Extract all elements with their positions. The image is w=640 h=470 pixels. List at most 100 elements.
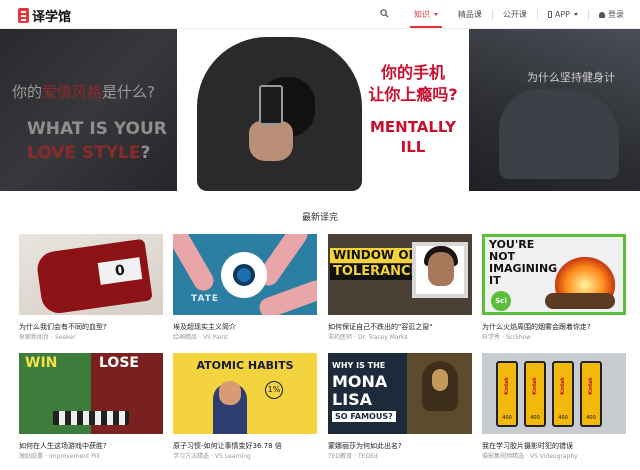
video-thumbnail[interactable]: WINDOW OF TOLERANCE — [328, 234, 472, 315]
banner-next-figure — [499, 89, 619, 179]
video-card[interactable]: WIN LOSE 如何在人生这场游戏中获胜? 激励胶囊 · Improvement … — [19, 353, 163, 461]
section-title: 最新译完 — [301, 213, 338, 223]
author-name[interactable]: TEDEd — [358, 453, 378, 460]
phone-icon — [259, 85, 283, 125]
nav-item-public-courses[interactable]: 公开课 — [493, 0, 537, 29]
author-name[interactable]: SciShow — [506, 334, 531, 341]
mona-lisa-face — [432, 369, 448, 391]
channel-name[interactable]: 学习方法精选 — [173, 453, 209, 460]
campfire-logs — [545, 293, 615, 309]
film-roll: Kodak 400 — [496, 361, 518, 427]
author-name[interactable]: Dr. Tracey Marks — [358, 334, 408, 341]
nav-label: APP — [554, 10, 570, 19]
nav-item-app[interactable]: APP — [538, 0, 588, 29]
video-card[interactable]: WHY IS THE MONA LISA SO FAMOUS? 蒙娜丽莎为何如此… — [328, 353, 472, 461]
video-meta: 绘画精品 · VS Paint — [173, 334, 228, 341]
video-card[interactable]: WINDOW OF TOLERANCE 如何保证自己不跌出的"容忍之窗" 零药医… — [328, 234, 472, 342]
thumb-face — [428, 252, 454, 286]
author-name[interactable]: VS Learning — [215, 453, 251, 460]
banner-title-en: MENTALLY ILL — [369, 118, 457, 156]
thumb-label: TATE — [191, 294, 219, 304]
video-thumbnail[interactable]: TATE — [173, 234, 317, 315]
video-card[interactable]: YOU'RE NOT IMAGINING IT Sci 为什么火焰周围的烟雾会跟… — [482, 234, 626, 342]
video-card[interactable]: TATE 埃及超现实主义简介 绘画精品 · VS Paint — [173, 234, 317, 342]
video-meta: 摄影集视频精选 · VS Videography — [482, 453, 578, 460]
video-meta: 探索新闻台 · Seeker — [19, 334, 76, 341]
search-button[interactable] — [372, 0, 398, 29]
chevron-down-icon — [433, 13, 438, 16]
video-title[interactable]: 原子习惯-如何让事情变好36.78 倍 — [173, 441, 317, 451]
channel-name[interactable]: 摄影集视频精选 — [482, 453, 524, 460]
logo-icon — [18, 8, 29, 23]
banner-title-cn: 你的手机 让你上瘾吗? — [368, 63, 458, 104]
video-thumbnail[interactable]: WHY IS THE MONA LISA SO FAMOUS? — [328, 353, 472, 434]
video-thumbnail[interactable]: WIN LOSE — [19, 353, 163, 434]
film-roll: Kodak 400 — [524, 361, 546, 427]
video-title[interactable]: 为什么我们会有不同的血型? — [19, 322, 163, 332]
nav-item-premium-courses[interactable]: 精品课 — [448, 0, 492, 29]
user-icon — [599, 11, 605, 18]
thumb-label: MONA LISA — [332, 372, 388, 409]
video-thumbnail[interactable]: YOU'RE NOT IMAGINING IT Sci — [482, 234, 626, 315]
film-roll: Kodak 400 — [580, 361, 602, 427]
nav-label: 知识 — [413, 10, 430, 19]
thumb-label: LOSE — [99, 355, 139, 371]
thumb-label: WINDOW OF — [330, 248, 420, 263]
banner-prev-question: 你的爱情风格是什么? — [12, 83, 155, 101]
video-card[interactable]: Kodak 400 Kodak 400 Kodak 400 Kodak 400 我在学习… — [482, 353, 626, 461]
channel-name[interactable]: TED教育 — [328, 453, 352, 460]
top-navigation-bar: 译学馆 知识 精品课 公开课 APP 登录 — [0, 0, 640, 29]
video-title[interactable]: 蒙娜丽莎为何如此出名? — [328, 441, 472, 451]
banner-slide-active[interactable]: 你的手机 让你上瘾吗? MENTALLY ILL — [177, 29, 469, 191]
video-card[interactable]: ATOMIC HABITS 1% 原子习惯-如何让事情变好36.78 倍 学习方… — [173, 353, 317, 461]
thumb-face — [219, 381, 241, 405]
thumb-label: WIN — [25, 355, 58, 371]
video-title[interactable]: 如何保证自己不跌出的"容忍之窗" — [328, 322, 472, 332]
video-meta: TED教育 · TEDEd — [328, 453, 378, 460]
thumb-label: YOU'RE NOT IMAGINING IT — [489, 238, 558, 287]
nav-label: 公开课 — [502, 10, 527, 19]
banner-prev-english: WHAT IS YOUR LOVE STYLE? — [27, 119, 167, 163]
channel-name[interactable]: 激励胶囊 — [19, 453, 43, 460]
banner-hand — [249, 121, 293, 161]
video-thumbnail[interactable]: 0 — [19, 234, 163, 315]
chevron-down-icon — [574, 13, 578, 16]
nav-item-login[interactable]: 登录 — [589, 0, 640, 29]
video-title[interactable]: 我在学习胶片摄影时犯的错误 — [482, 441, 626, 451]
main-nav: 知识 精品课 公开课 APP 登录 — [372, 0, 640, 29]
video-title[interactable]: 埃及超现实主义简介 — [173, 322, 317, 332]
search-icon — [380, 9, 389, 18]
mobile-phone-icon — [547, 11, 552, 18]
thumb-label: WHY IS THE — [332, 361, 386, 370]
author-name[interactable]: VS Paint — [203, 334, 228, 341]
site-logo[interactable]: 译学馆 — [18, 6, 71, 25]
author-name[interactable]: VS Videography — [530, 453, 578, 460]
percent-badge: 1% — [265, 381, 283, 399]
thumb-label: SO FAMOUS? — [332, 411, 396, 422]
channel-name[interactable]: 探索新闻台 — [19, 334, 49, 341]
thumb-label: ATOMIC HABITS — [196, 359, 294, 372]
channel-name[interactable]: 绘画精品 — [173, 334, 197, 341]
fire-icon — [555, 257, 615, 297]
channel-name[interactable]: 零药医师 — [328, 334, 352, 341]
banner-slide-next[interactable]: 为什么坚持健身计 — [469, 29, 640, 191]
thumb-label: TOLERANCE — [330, 264, 423, 280]
video-meta: 激励胶囊 · Improvement Pill — [19, 453, 100, 460]
logo-text: 译学馆 — [32, 10, 72, 25]
scishow-logo: Sci — [491, 291, 511, 311]
banner-carousel: 你的爱情风格是什么? WHAT IS YOUR LOVE STYLE? 你的手机让… — [0, 29, 640, 191]
video-title[interactable]: 为什么火焰周围的烟雾会跟着你走? — [482, 322, 626, 332]
author-name[interactable]: Seeker — [55, 334, 76, 341]
video-card[interactable]: 0 为什么我们会有不同的血型? 探索新闻台 · Seeker — [19, 234, 163, 342]
video-title[interactable]: 如何在人生这场游戏中获胜? — [19, 441, 163, 451]
video-meta: 科学秀 · SciShow — [482, 334, 531, 341]
chess-board — [53, 411, 129, 425]
banner-slide-prev[interactable]: 你的爱情风格是什么? WHAT IS YOUR LOVE STYLE? — [0, 29, 177, 191]
author-name[interactable]: Improvement Pill — [49, 453, 100, 460]
video-thumbnail[interactable]: Kodak 400 Kodak 400 Kodak 400 Kodak 400 — [482, 353, 626, 434]
video-thumbnail[interactable]: ATOMIC HABITS 1% — [173, 353, 317, 434]
nav-item-knowledge[interactable]: 知识 — [404, 0, 448, 29]
nav-label: 登录 — [608, 10, 624, 19]
iris — [233, 264, 255, 286]
channel-name[interactable]: 科学秀 — [482, 334, 500, 341]
